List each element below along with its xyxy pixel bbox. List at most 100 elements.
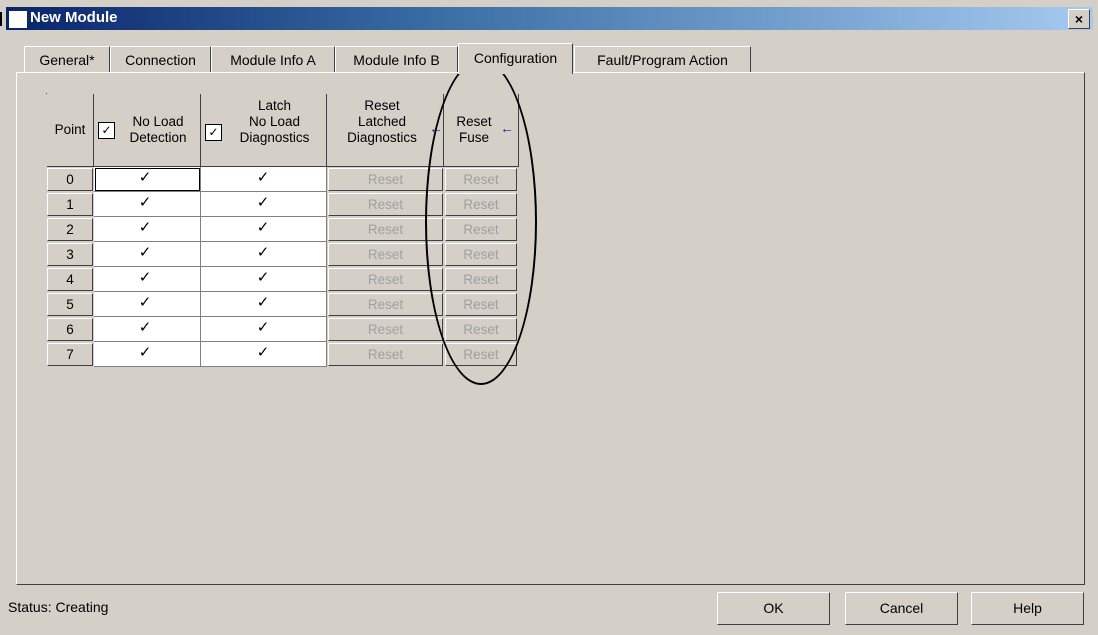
no-load-detection-cell[interactable]: ✓ bbox=[94, 192, 201, 217]
title-bar[interactable]: New Module × bbox=[6, 7, 1093, 30]
button-label: OK bbox=[763, 600, 784, 616]
no-load-detection-cell[interactable]: ✓ bbox=[94, 267, 201, 292]
button-label: Help bbox=[1013, 600, 1042, 616]
header-point: Point bbox=[47, 94, 94, 167]
tab-fault-program-action[interactable]: Fault/Program Action bbox=[574, 46, 751, 73]
checkbox-checked-icon[interactable]: ✓ bbox=[256, 320, 270, 335]
reset-latched-diagnostics-button[interactable]: Reset bbox=[328, 293, 443, 316]
checkbox-checked-icon[interactable]: ✓ bbox=[138, 245, 152, 260]
ok-button[interactable]: OK bbox=[717, 592, 830, 625]
new-module-dialog: New Module × General* Connection Module … bbox=[0, 0, 1098, 635]
header-line: Reset bbox=[456, 114, 492, 129]
close-icon: × bbox=[1074, 11, 1084, 27]
checkbox-checked-icon[interactable]: ✓ bbox=[138, 195, 152, 210]
reset-fuse-button[interactable]: Reset bbox=[445, 193, 517, 216]
checkbox-checked-icon[interactable]: ✓ bbox=[256, 345, 270, 360]
reset-latched-diagnostics-button[interactable]: Reset bbox=[328, 218, 443, 241]
header-line: Diagnostics bbox=[239, 130, 310, 145]
button-label: Cancel bbox=[879, 600, 924, 616]
reset-latched-diagnostics-button[interactable]: Reset bbox=[328, 193, 443, 216]
no-load-detection-cell[interactable]: ✓ bbox=[94, 167, 201, 192]
select-all-checkbox-icon[interactable]: ✓ bbox=[98, 122, 115, 139]
row-point-number: 7 bbox=[47, 343, 93, 366]
reset-fuse-button[interactable]: Reset bbox=[445, 318, 517, 341]
latch-no-load-diagnostics-cell[interactable]: ✓ bbox=[201, 242, 327, 267]
checkbox-checked-icon[interactable]: ✓ bbox=[138, 295, 152, 310]
header-point-label: Point bbox=[54, 122, 86, 137]
tab-label: Configuration bbox=[473, 50, 558, 66]
reset-latched-diagnostics-button[interactable]: Reset bbox=[328, 268, 443, 291]
arrow-left-icon: ← bbox=[500, 120, 514, 136]
checkbox-checked-icon[interactable]: ✓ bbox=[256, 295, 270, 310]
header-reset-latched-diagnostics: Reset Latched Diagnostics ← bbox=[327, 94, 444, 167]
row-point-number: 4 bbox=[47, 268, 93, 291]
row-point-number: 3 bbox=[47, 243, 93, 266]
header-line: No Load bbox=[132, 114, 184, 129]
tab-label: General* bbox=[39, 52, 95, 68]
reset-latched-diagnostics-button[interactable]: Reset bbox=[328, 318, 443, 341]
latch-no-load-diagnostics-cell[interactable]: ✓ bbox=[201, 167, 327, 192]
header-line: Diagnostics bbox=[347, 130, 417, 145]
header-latch-no-load-diagnostics[interactable]: ✓ Latch No Load Diagnostics bbox=[201, 94, 327, 167]
reset-fuse-button[interactable]: Reset bbox=[445, 343, 517, 366]
latch-no-load-diagnostics-cell[interactable]: ✓ bbox=[201, 342, 327, 367]
reset-latched-diagnostics-button[interactable]: Reset bbox=[328, 343, 443, 366]
reset-fuse-button[interactable]: Reset bbox=[445, 268, 517, 291]
no-load-detection-cell[interactable]: ✓ bbox=[94, 217, 201, 242]
configuration-grid: Point ✓ No Load Detection ✓ Latch No Loa… bbox=[46, 93, 519, 367]
checkbox-checked-icon[interactable]: ✓ bbox=[256, 245, 270, 260]
checkbox-checked-icon[interactable]: ✓ bbox=[138, 345, 152, 360]
tab-module-info-a[interactable]: Module Info A bbox=[211, 46, 335, 73]
help-button[interactable]: Help bbox=[971, 592, 1084, 625]
reset-fuse-button[interactable]: Reset bbox=[445, 218, 517, 241]
tab-label: Module Info B bbox=[353, 52, 440, 68]
reset-latched-diagnostics-button[interactable]: Reset bbox=[328, 168, 443, 191]
header-line: Detection bbox=[129, 130, 187, 145]
header-line: Reset bbox=[364, 98, 400, 113]
arrow-left-icon: ← bbox=[429, 120, 443, 136]
header-line: Fuse bbox=[458, 130, 489, 145]
row-point-number: 5 bbox=[47, 293, 93, 316]
reset-fuse-button[interactable]: Reset bbox=[445, 293, 517, 316]
checkbox-checked-icon[interactable]: ✓ bbox=[256, 270, 270, 285]
reset-fuse-button[interactable]: Reset bbox=[445, 243, 517, 266]
checkbox-checked-icon[interactable]: ✓ bbox=[138, 320, 152, 335]
tab-connection[interactable]: Connection bbox=[110, 46, 211, 73]
tab-module-info-b[interactable]: Module Info B bbox=[335, 46, 458, 73]
checkbox-checked-icon[interactable]: ✓ bbox=[256, 170, 270, 185]
header-reset-fuse: Reset Fuse ← bbox=[444, 94, 519, 167]
close-button[interactable]: × bbox=[1068, 9, 1090, 29]
latch-no-load-diagnostics-cell[interactable]: ✓ bbox=[201, 292, 327, 317]
cancel-button[interactable]: Cancel bbox=[845, 592, 958, 625]
status-text: Status: Creating bbox=[8, 599, 109, 615]
latch-no-load-diagnostics-cell[interactable]: ✓ bbox=[201, 217, 327, 242]
latch-no-load-diagnostics-cell[interactable]: ✓ bbox=[201, 192, 327, 217]
reset-latched-diagnostics-button[interactable]: Reset bbox=[328, 243, 443, 266]
row-point-number: 6 bbox=[47, 318, 93, 341]
no-load-detection-cell[interactable]: ✓ bbox=[94, 342, 201, 367]
window-title: New Module bbox=[30, 9, 118, 26]
checkbox-checked-icon[interactable]: ✓ bbox=[138, 220, 152, 235]
checkbox-checked-icon[interactable]: ✓ bbox=[256, 195, 270, 210]
no-load-detection-cell[interactable]: ✓ bbox=[94, 242, 201, 267]
header-no-load-detection[interactable]: ✓ No Load Detection bbox=[94, 94, 201, 167]
header-line: Latch bbox=[257, 98, 292, 113]
latch-no-load-diagnostics-cell[interactable]: ✓ bbox=[201, 317, 327, 342]
checkbox-checked-icon[interactable]: ✓ bbox=[256, 220, 270, 235]
tab-general[interactable]: General* bbox=[24, 46, 110, 73]
latch-no-load-diagnostics-cell[interactable]: ✓ bbox=[201, 267, 327, 292]
reset-fuse-button[interactable]: Reset bbox=[445, 168, 517, 191]
checkbox-checked-icon[interactable]: ✓ bbox=[138, 270, 152, 285]
tab-label: Module Info A bbox=[230, 52, 316, 68]
row-point-number: 2 bbox=[47, 218, 93, 241]
select-all-checkbox-icon[interactable]: ✓ bbox=[205, 124, 222, 141]
header-line: Latched bbox=[357, 114, 407, 129]
tab-label: Fault/Program Action bbox=[597, 52, 728, 68]
no-load-detection-cell[interactable]: ✓ bbox=[94, 317, 201, 342]
header-reset-latched-text: Reset Latched Diagnostics bbox=[327, 98, 443, 146]
no-load-detection-cell[interactable]: ✓ bbox=[94, 292, 201, 317]
window-icon bbox=[9, 11, 27, 28]
checkbox-checked-icon[interactable]: ✓ bbox=[138, 170, 152, 185]
tab-configuration[interactable]: Configuration bbox=[458, 43, 573, 74]
window-edge-mark bbox=[0, 12, 2, 26]
